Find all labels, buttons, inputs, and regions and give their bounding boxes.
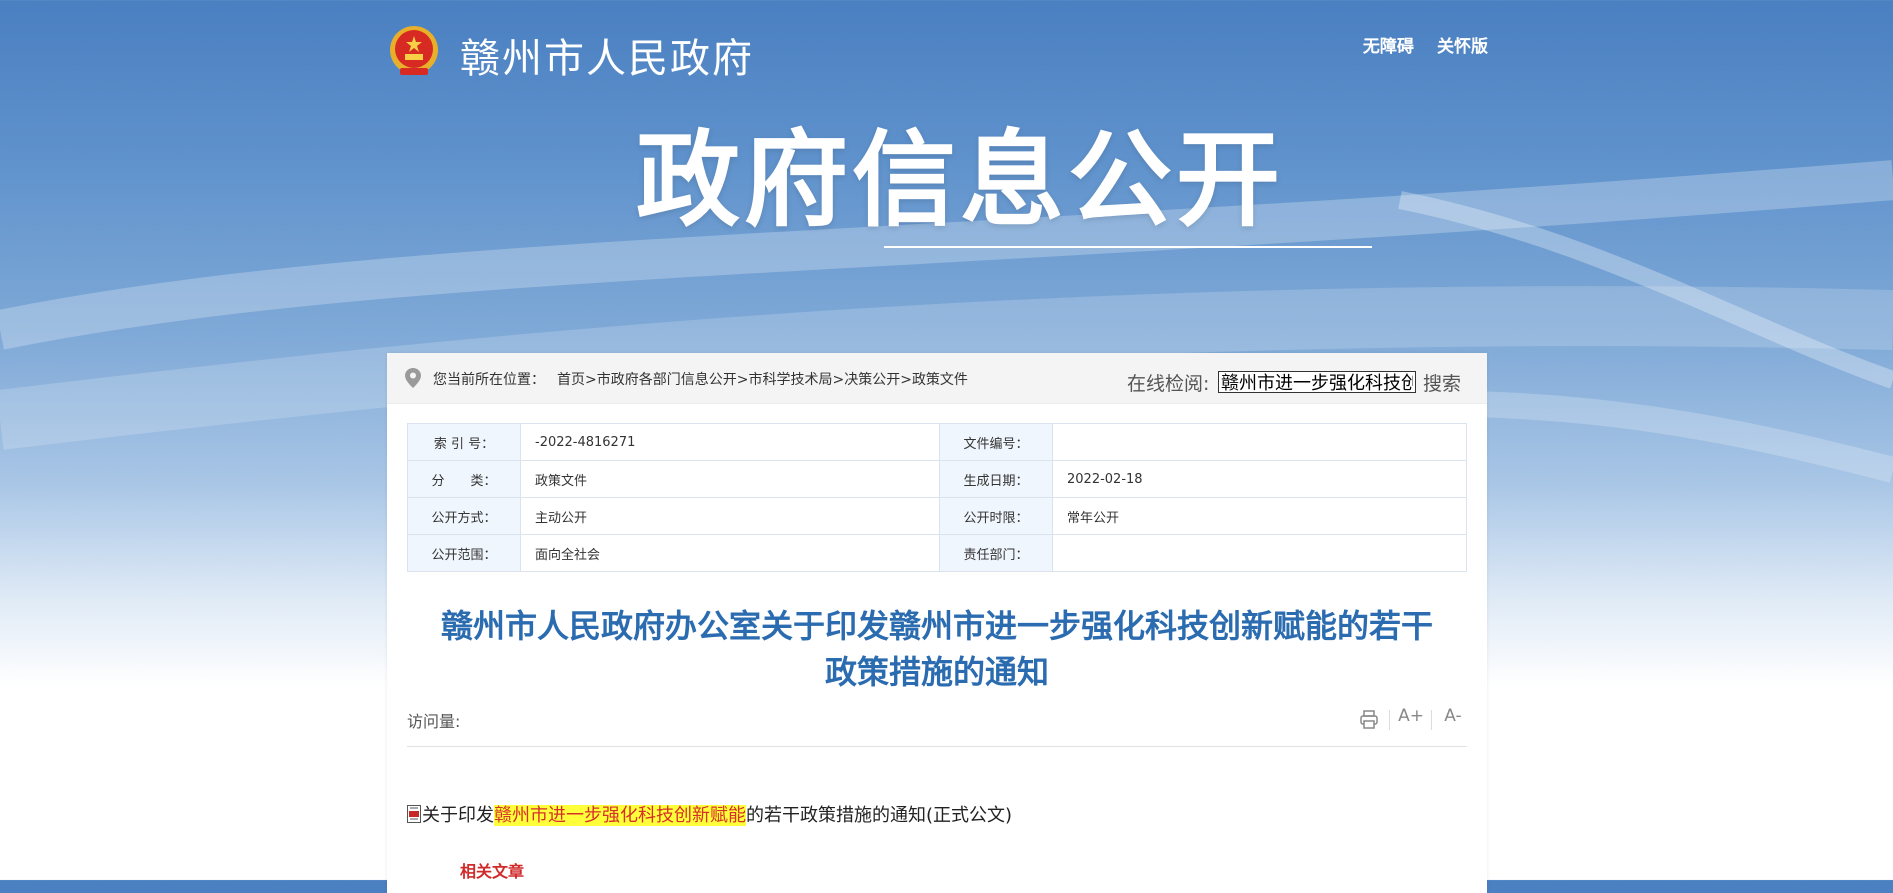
font-increase-button[interactable]: A+ — [1395, 706, 1427, 732]
breadcrumb-item-bureau[interactable]: 市科学技术局 — [748, 372, 832, 388]
table-row: 公开方式： 主动公开 公开时限： 常年公开 — [407, 497, 1467, 535]
site-title: 赣州市人民政府 — [460, 36, 754, 82]
document-title-line: 赣州市人民政府办公室关于印发赣州市进一步强化科技创新赋能的若干 — [440, 607, 1433, 645]
content-panel: 您当前所在位置： 首页>市政府各部门信息公开>市科学技术局>决策公开>政策文件 … — [387, 353, 1487, 893]
meta-value — [1052, 423, 1467, 461]
breadcrumb-separator: > — [832, 372, 845, 388]
breadcrumb-label: 您当前所在位置： — [433, 372, 545, 388]
site-header: 赣州市人民政府 无障碍 关怀版 — [388, 22, 1488, 82]
hero-underline — [884, 246, 1372, 248]
meta-value — [1052, 534, 1467, 572]
breadcrumb-bar: 您当前所在位置： 首页>市政府各部门信息公开>市科学技术局>决策公开>政策文件 … — [387, 353, 1487, 404]
attachment-link[interactable]: 关于印发赣州市进一步强化科技创新赋能的若干政策措施的通知(正式公文) — [407, 801, 1012, 827]
related-articles-heading: 相关文章 — [460, 862, 525, 881]
search-button[interactable]: 搜索 — [1423, 369, 1461, 396]
breadcrumb-item-departments[interactable]: 市政府各部门信息公开 — [597, 372, 737, 388]
content-divider — [407, 746, 1467, 747]
breadcrumb-item-policy[interactable]: 政策文件 — [912, 372, 968, 388]
breadcrumb-item-decision[interactable]: 决策公开 — [844, 372, 900, 388]
hero-title: 政府信息公开 — [636, 119, 1285, 241]
meta-value: -2022-4816271 — [520, 423, 940, 461]
tool-divider — [1431, 710, 1432, 730]
tool-divider — [1389, 710, 1390, 730]
breadcrumb-separator: > — [585, 372, 597, 388]
table-row: 分 类： 政策文件 生成日期： 2022-02-18 — [407, 460, 1467, 498]
print-icon — [1360, 710, 1378, 729]
article-tools: A+ A- — [1353, 706, 1473, 734]
breadcrumb-separator: > — [900, 372, 912, 388]
meta-key: 文件编号： — [939, 423, 1053, 461]
attachment-highlight: 赣州市进一步强化科技创新赋能 — [494, 805, 746, 826]
meta-key: 分 类： — [407, 460, 521, 498]
national-emblem-icon — [390, 26, 438, 75]
search-label: 在线检阅: — [1127, 373, 1210, 395]
pdf-file-icon — [407, 805, 421, 823]
table-row: 索 引 号： -2022-4816271 文件编号： — [407, 423, 1467, 461]
meta-value: 2022-02-18 — [1052, 460, 1467, 498]
font-decrease-button[interactable]: A- — [1437, 706, 1469, 732]
breadcrumb-item-home[interactable]: 首页 — [557, 372, 585, 388]
meta-value: 常年公开 — [1052, 497, 1467, 535]
meta-value: 主动公开 — [520, 497, 940, 535]
meta-value: 政策文件 — [520, 460, 940, 498]
meta-key: 索 引 号： — [407, 423, 521, 461]
meta-key: 公开范围： — [407, 534, 521, 572]
document-title: 赣州市人民政府办公室关于印发赣州市进一步强化科技创新赋能的若干 政策措施的通知 — [407, 603, 1467, 695]
breadcrumb: 首页>市政府各部门信息公开>市科学技术局>决策公开>政策文件 — [557, 369, 968, 389]
meta-key: 生成日期： — [939, 460, 1053, 498]
meta-key: 责任部门： — [939, 534, 1053, 572]
document-meta-table: 索 引 号： -2022-4816271 文件编号： 分 类： 政策文件 生成日… — [407, 423, 1467, 572]
attachment-prefix: 关于印发 — [422, 805, 494, 826]
meta-value: 面向全社会 — [520, 534, 940, 572]
top-links: 无障碍 关怀版 — [1345, 32, 1488, 57]
meta-key: 公开方式： — [407, 497, 521, 535]
meta-key: 公开时限： — [939, 497, 1053, 535]
visit-count: 访问量: — [407, 712, 461, 731]
accessibility-link[interactable]: 无障碍 — [1363, 37, 1414, 57]
document-title-line: 政策措施的通知 — [824, 653, 1049, 691]
table-row: 公开范围： 面向全社会 责任部门： — [407, 534, 1467, 572]
attachment-suffix: 的若干政策措施的通知(正式公文) — [746, 805, 1013, 826]
location-pin-icon — [405, 368, 421, 388]
elder-care-link[interactable]: 关怀版 — [1437, 37, 1488, 57]
breadcrumb-separator: > — [736, 372, 749, 388]
search-input[interactable] — [1218, 371, 1416, 393]
print-button[interactable] — [1353, 706, 1385, 732]
